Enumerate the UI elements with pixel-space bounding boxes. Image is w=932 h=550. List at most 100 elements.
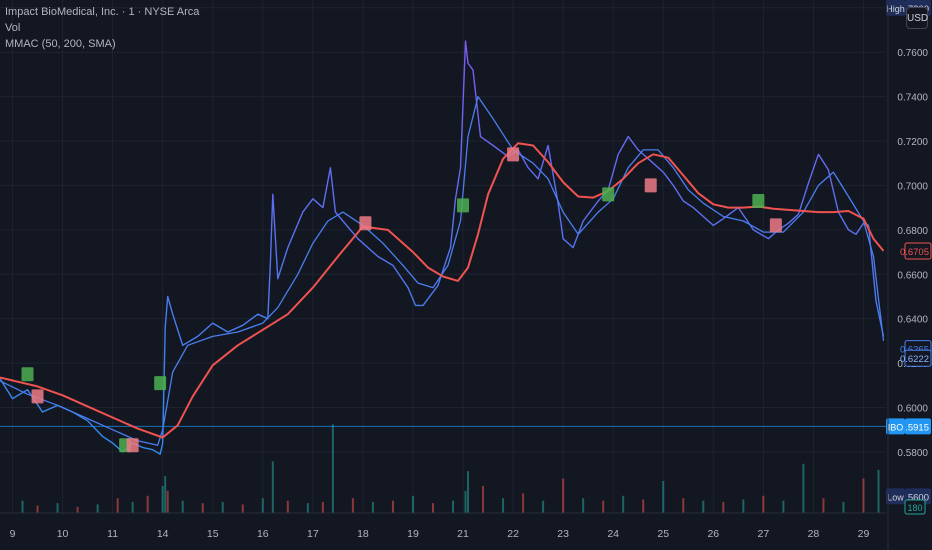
sell-signal-marker (644, 178, 657, 193)
volume-bar (467, 471, 470, 513)
sell-signal-marker (769, 218, 782, 233)
volume-bar (842, 501, 845, 513)
price-label-value: 0.6705 (900, 247, 929, 258)
price-label: 0.5915IBO (886, 418, 931, 435)
buy-signal-marker (602, 187, 615, 202)
volume-bar (762, 495, 765, 513)
price-series-line (0, 40, 885, 455)
x-tick-label: 19 (407, 528, 419, 540)
volume-bar (502, 498, 505, 513)
volume-bar (452, 500, 455, 513)
y-tick-label: 0.6000 (897, 404, 928, 415)
volume-bar (164, 476, 167, 513)
volume-bar (56, 503, 59, 513)
price-label-value: 0.6222 (900, 354, 929, 365)
x-tick-label: 16 (257, 528, 269, 540)
volume-indicator-label[interactable]: Vol (5, 20, 199, 36)
volume-bar (201, 503, 204, 513)
volume-bar (321, 501, 324, 513)
mmac-indicator-label[interactable]: MMAC (50, 200, SMA) (5, 36, 199, 52)
x-tick-label: 23 (557, 528, 569, 540)
x-tick-label: 10 (57, 528, 69, 540)
sell-signal-marker (126, 438, 139, 453)
volume-value-label: 180 (907, 503, 922, 513)
fast-ma-line (0, 95, 885, 446)
x-tick-label: 14 (157, 528, 169, 540)
x-tick-label: 18 (357, 528, 369, 540)
volume-bar (582, 498, 585, 513)
volume-bar (642, 499, 645, 513)
x-tick-label: 22 (507, 528, 519, 540)
volume-bar (602, 500, 605, 513)
buy-signal-marker (21, 367, 34, 382)
x-tick-label: 15 (207, 528, 219, 540)
chart-legend: Impact BioMedical, Inc. · 1 · NYSE Arca … (5, 4, 199, 52)
volume-bar (391, 500, 394, 513)
currency-button[interactable]: USD (906, 7, 928, 29)
volume-bar (146, 495, 149, 513)
y-tick-label: 0.7000 (897, 181, 928, 192)
volume-bar (802, 463, 805, 513)
volume-bar (166, 490, 169, 513)
volume-bar (622, 495, 625, 513)
price-label: 0.6222 (900, 349, 932, 367)
volume-bar (36, 505, 39, 513)
volume-bar (862, 478, 865, 513)
volume-bar (522, 493, 525, 513)
volume-bar (822, 498, 825, 513)
x-tick-label: 27 (758, 528, 770, 540)
x-tick-label: 25 (657, 528, 669, 540)
buy-signal-marker (154, 376, 167, 391)
volume-bar (877, 469, 880, 513)
volume-bar (306, 503, 309, 513)
y-tick-label: 0.7200 (897, 137, 928, 148)
volume-bar (331, 424, 334, 513)
x-tick-label: 17 (307, 528, 319, 540)
volume-bar (782, 500, 785, 513)
buy-signal-marker (457, 198, 470, 213)
x-tick-label: 21 (457, 528, 469, 540)
volume-bar (96, 504, 99, 513)
volume-bar (131, 501, 134, 513)
volume-bar (271, 461, 274, 513)
sell-signal-marker (31, 389, 44, 404)
volume-bar (722, 501, 725, 513)
volume-bar (241, 504, 244, 513)
y-tick-label: 0.5800 (897, 448, 928, 459)
volume-bar (351, 498, 354, 513)
volume-bar (464, 490, 467, 513)
x-tick-label: 11 (107, 528, 118, 540)
y-tick-label: 0.6400 (897, 315, 928, 326)
volume-bar (542, 500, 545, 513)
volume-bar (371, 501, 374, 513)
volume-bar (286, 500, 289, 513)
volume-bar (76, 506, 79, 513)
price-label: 0.6705 (900, 242, 932, 260)
price-tag-text: High (886, 4, 905, 14)
volume-bar (431, 503, 434, 513)
volume-bar (161, 485, 164, 513)
volume-bar (116, 498, 119, 513)
volume-bar (662, 481, 665, 513)
volume-bar (221, 501, 224, 513)
volume-bar (181, 500, 184, 513)
x-tick-label: 26 (707, 528, 719, 540)
volume-bar (702, 500, 705, 513)
price-tag-text: IBO (888, 422, 904, 432)
volume-bar (562, 478, 565, 513)
price-chart[interactable]: 0.58000.60000.62000.64000.66000.68000.70… (0, 0, 932, 550)
volume-bar (682, 498, 685, 513)
y-tick-label: 0.6800 (897, 226, 928, 237)
y-tick-label: 0.7600 (897, 48, 928, 59)
x-tick-label: 9 (10, 528, 16, 540)
slow-ma-line (0, 142, 885, 439)
price-tag-text: Low (887, 492, 904, 502)
y-tick-label: 0.6600 (897, 270, 928, 281)
x-tick-label: 29 (858, 528, 870, 540)
volume-bar (261, 498, 264, 513)
volume-bar (411, 495, 414, 513)
symbol-title[interactable]: Impact BioMedical, Inc. · 1 · NYSE Arca (5, 4, 199, 20)
volume-bar (742, 499, 745, 513)
y-tick-label: 0.7400 (897, 93, 928, 104)
volume-bar (482, 485, 485, 513)
